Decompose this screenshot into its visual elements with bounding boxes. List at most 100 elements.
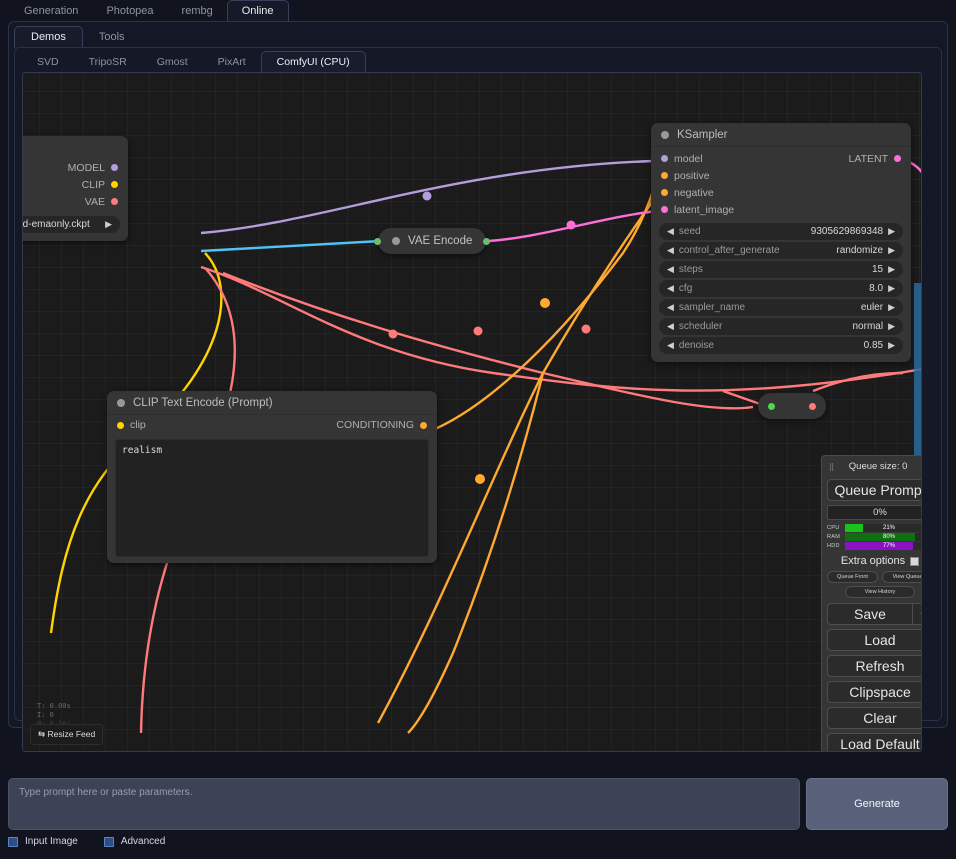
- widget-steps-value: 15: [871, 264, 884, 275]
- port-negative-in[interactable]: [661, 189, 668, 196]
- chevron-left-icon[interactable]: ◀: [667, 283, 674, 294]
- tab-triposr[interactable]: TripoSR: [74, 52, 142, 73]
- advanced-checkbox-row[interactable]: Advanced: [103, 836, 165, 847]
- comfy-menu[interactable]: ⣿ Queue size: 0 ⚙ Queue Prompt 0% CPU 21…: [821, 455, 921, 751]
- widget-cfg[interactable]: ◀ cfg 8.0 ▶: [659, 280, 903, 297]
- chevron-left-icon[interactable]: ◀: [667, 340, 674, 351]
- tab-photopea[interactable]: Photopea: [92, 1, 167, 22]
- tab-svd[interactable]: SVD: [22, 52, 74, 73]
- extra-options-checkbox[interactable]: [910, 556, 920, 566]
- tab-demos[interactable]: Demos: [14, 26, 83, 48]
- tab-tools[interactable]: Tools: [83, 27, 141, 48]
- slot-row-model: model LATENT: [651, 150, 911, 167]
- port-collapsed-out[interactable]: [809, 402, 816, 410]
- slot-row-negative: negative: [651, 184, 911, 201]
- node-collapse-dot-icon[interactable]: [392, 237, 400, 245]
- port-latent-image-in[interactable]: [661, 206, 668, 213]
- chevron-left-icon[interactable]: ◀: [667, 226, 674, 237]
- second-tab-bar: Demos Tools: [14, 26, 141, 48]
- widget-control-after-generate[interactable]: ◀ control_after_generate randomize ▶: [659, 242, 903, 259]
- port-vae[interactable]: [111, 198, 118, 205]
- tab-generation[interactable]: Generation: [10, 1, 92, 22]
- widget-prompt-text[interactable]: realism: [115, 439, 429, 557]
- advanced-checkbox[interactable]: [103, 836, 114, 847]
- tab-online[interactable]: Online: [226, 0, 289, 22]
- save-button[interactable]: Save: [827, 603, 913, 625]
- node-body-load-checkpoint: MODEL CLIP VAE v1-5-pruned-emaonly.ckpt …: [23, 159, 128, 241]
- prompt-input[interactable]: Type prompt here or paste parameters.: [8, 778, 800, 830]
- chevron-left-icon[interactable]: ◀: [667, 302, 674, 313]
- tab-gmost[interactable]: Gmost: [142, 52, 203, 73]
- node-vae-encode[interactable]: VAE Encode: [374, 228, 491, 254]
- resource-monitor: CPU 21% RAM 80% HDD 77%: [827, 524, 921, 550]
- tab-rembg[interactable]: rembg: [168, 1, 227, 22]
- tab-comfyui-cpu[interactable]: ComfyUI (CPU): [260, 51, 366, 73]
- load-button[interactable]: Load: [827, 629, 921, 651]
- node-body-ksampler: model LATENT positive negative latent_im…: [651, 146, 911, 362]
- widget-scheduler[interactable]: ◀ scheduler normal ▶: [659, 318, 903, 335]
- input-image-label: Input Image: [25, 836, 78, 847]
- generate-button[interactable]: Generate: [806, 778, 948, 830]
- output-slot-clip[interactable]: CLIP: [23, 176, 128, 193]
- widget-ckpt-name[interactable]: v1-5-pruned-emaonly.ckpt ▶: [23, 216, 120, 233]
- node-ksampler[interactable]: KSampler model LATENT positive negative: [651, 123, 911, 362]
- drag-handle-icon[interactable]: ⣿: [829, 463, 834, 471]
- chevron-left-icon[interactable]: ◀: [667, 264, 674, 275]
- resource-row-cpu: CPU 21%: [827, 524, 921, 532]
- widget-seed[interactable]: ◀ seed 9305629869348 ▶: [659, 223, 903, 240]
- chevron-left-icon[interactable]: ◀: [667, 245, 674, 256]
- node-collapsed-unnamed[interactable]: [758, 393, 826, 419]
- port-clip[interactable]: [111, 181, 118, 188]
- node-collapse-dot-icon[interactable]: [117, 398, 125, 407]
- chevron-right-icon[interactable]: ▶: [888, 340, 895, 351]
- slot-row-clip: clip CONDITIONING: [107, 415, 437, 435]
- clipspace-button[interactable]: Clipspace: [827, 681, 921, 703]
- port-model-in[interactable]: [661, 155, 668, 162]
- canvas-scrollbar-vertical[interactable]: [914, 283, 921, 473]
- chevron-right-icon[interactable]: ▶: [888, 245, 895, 256]
- node-load-checkpoint[interactable]: …point MODEL CLIP VAE v1-5-pruned-emaonl…: [23, 136, 128, 241]
- input-image-checkbox[interactable]: [8, 836, 18, 847]
- save-button-group: Save ▾: [827, 603, 921, 625]
- widget-denoise[interactable]: ◀ denoise 0.85 ▶: [659, 337, 903, 354]
- resource-label-ram: RAM: [827, 534, 841, 540]
- port-latent-out[interactable]: [894, 155, 901, 162]
- node-clip-text-encode[interactable]: CLIP Text Encode (Prompt) clip CONDITION…: [107, 391, 437, 563]
- chevron-right-icon[interactable]: ▶: [888, 283, 895, 294]
- chevron-right-icon[interactable]: ▶: [888, 321, 895, 332]
- widget-steps[interactable]: ◀ steps 15 ▶: [659, 261, 903, 278]
- load-default-button[interactable]: Load Default: [827, 733, 921, 751]
- port-positive-in[interactable]: [661, 172, 668, 179]
- port-collapsed-in[interactable]: [768, 402, 775, 410]
- queue-front-button[interactable]: Queue Front: [827, 571, 878, 583]
- clear-button[interactable]: Clear: [827, 707, 921, 729]
- resource-bar-ram: 80%: [845, 533, 921, 541]
- port-conditioning-out[interactable]: [420, 421, 427, 429]
- input-image-checkbox-row[interactable]: Input Image: [8, 836, 78, 847]
- comfyui-canvas[interactable]: …point MODEL CLIP VAE v1-5-pruned-emaonl…: [22, 72, 922, 752]
- view-history-button[interactable]: View History: [845, 586, 915, 598]
- view-queue-button[interactable]: View Queue: [882, 571, 921, 583]
- chevron-down-icon[interactable]: ▾: [913, 603, 921, 625]
- port-clip-in[interactable]: [117, 421, 124, 429]
- resize-feed-button[interactable]: ⇆ Resize Feed: [30, 724, 104, 745]
- output-slot-vae[interactable]: VAE: [23, 193, 128, 210]
- output-slot-model[interactable]: MODEL: [23, 159, 128, 176]
- footer-checkboxes: Input Image Advanced: [8, 836, 165, 847]
- extra-options-row[interactable]: Extra options: [827, 555, 921, 567]
- widget-sampler-name[interactable]: ◀ sampler_name euler ▶: [659, 299, 903, 316]
- refresh-button[interactable]: Refresh: [827, 655, 921, 677]
- chevron-left-icon[interactable]: ◀: [667, 321, 674, 332]
- chevron-right-icon[interactable]: ▶: [888, 226, 895, 237]
- chevron-right-icon[interactable]: ▶: [105, 219, 112, 230]
- queue-prompt-button[interactable]: Queue Prompt: [827, 479, 921, 501]
- chevron-right-icon[interactable]: ▶: [888, 302, 895, 313]
- input-label-latent-image: latent_image: [674, 203, 735, 216]
- port-vae-encode-out[interactable]: [483, 237, 491, 245]
- tab-pixart[interactable]: PixArt: [203, 52, 261, 73]
- slot-row-positive: positive: [651, 167, 911, 184]
- chevron-right-icon[interactable]: ▶: [888, 264, 895, 275]
- port-model[interactable]: [111, 164, 118, 171]
- node-collapse-dot-icon[interactable]: [661, 130, 669, 139]
- port-vae-encode-in[interactable]: [374, 237, 381, 245]
